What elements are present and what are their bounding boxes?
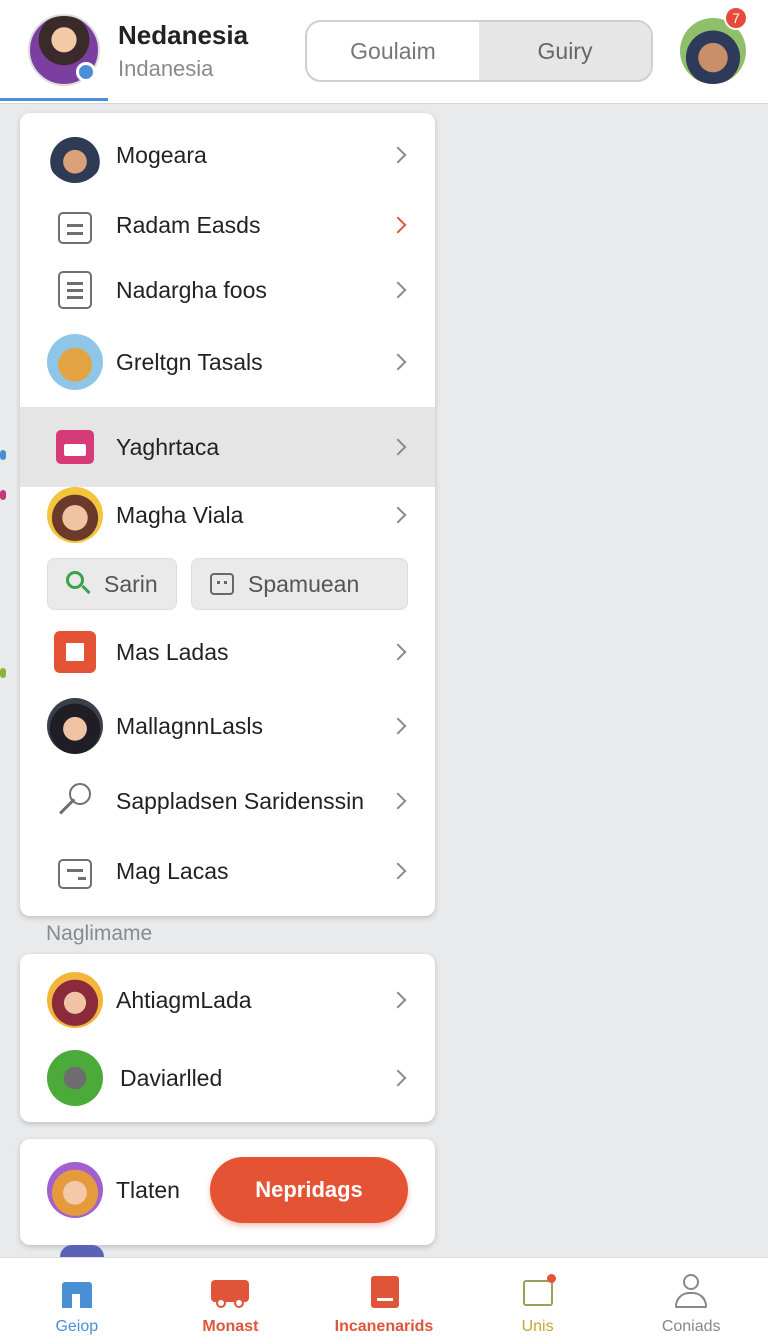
nav-label: Incanenarids <box>334 1318 434 1335</box>
chevron-right-icon <box>392 992 408 1008</box>
menu-item-yaghrtaca[interactable]: Yaghrtaca <box>20 407 435 487</box>
red-box-icon <box>46 623 104 681</box>
menu-item-radam-easds[interactable]: Radam Easds <box>20 189 435 261</box>
document-icon <box>46 261 104 319</box>
menu-item-label: Nadargha foos <box>116 276 267 303</box>
chevron-right-icon <box>392 282 408 298</box>
briefcase-icon <box>46 196 104 254</box>
menu-item-label: Radam Easds <box>116 211 261 238</box>
avatar-character-icon <box>46 126 104 184</box>
section-item-label: AhtiagmLada <box>116 986 252 1013</box>
calendar-icon <box>210 571 236 597</box>
store-icon <box>46 418 104 476</box>
avatar-fox-icon <box>46 1161 104 1219</box>
profile-subtitle: Indanesia <box>118 56 214 81</box>
avatar-girl-icon <box>46 486 104 544</box>
key-icon <box>46 772 104 830</box>
notification-badge: 7 <box>724 6 748 30</box>
segment-control: Goulaim Guiry <box>305 20 653 82</box>
search-icon <box>66 571 92 597</box>
avatar-robot-icon <box>46 1049 104 1107</box>
chevron-right-icon <box>392 718 408 734</box>
avatar-camel-icon <box>46 333 104 391</box>
menu-item-label: Greltgn Tasals <box>116 348 263 375</box>
section-item-daviarlled[interactable]: Daviarlled <box>20 1042 435 1114</box>
menu-item-label: MallagnnLasls <box>116 712 264 739</box>
menu-item-greltgn-tasals[interactable]: Greltgn Tasals <box>20 326 435 398</box>
promo-label: Tlaten <box>116 1177 180 1203</box>
menu-item-label: Mas Ladas <box>116 638 229 665</box>
menu-item-label: Mogeara <box>116 141 207 168</box>
app-header: Nedanesia Indanesia Goulaim Guiry 7 <box>0 0 768 104</box>
person-icon <box>672 1274 710 1308</box>
home-icon <box>58 1274 96 1308</box>
nav-label: Coniads <box>661 1318 721 1335</box>
menu-item-mas-ladas[interactable]: Mas Ladas <box>20 616 435 688</box>
mail-icon <box>519 1274 557 1308</box>
nav-incanenarids[interactable]: Incanenarids <box>307 1258 461 1344</box>
edge-indicator <box>0 450 6 460</box>
nav-unis[interactable]: Unis <box>461 1258 615 1344</box>
edge-indicator <box>0 490 6 500</box>
truck-icon <box>211 1274 250 1308</box>
chevron-right-icon <box>392 354 408 370</box>
chevron-right-icon <box>392 644 408 660</box>
nav-label: Geiop <box>55 1318 99 1335</box>
book-icon <box>365 1274 403 1308</box>
menu-item-nadargha-foos[interactable]: Nadargha foos <box>20 254 435 326</box>
chevron-right-icon <box>392 439 408 455</box>
avatar-dark-icon <box>46 697 104 755</box>
promo-cta-button[interactable]: Nepridags <box>210 1157 408 1223</box>
menu-item-label: Yaghrtaca <box>116 433 220 460</box>
chevron-right-icon <box>392 147 408 163</box>
verified-icon <box>76 62 96 82</box>
menu-item-label: Mag Lacas <box>116 857 229 884</box>
nav-monast[interactable]: Monast <box>154 1258 308 1344</box>
chevron-right-icon <box>392 1070 408 1086</box>
section-item-label: Daviarlled <box>120 1064 223 1091</box>
chip-label: Spamuean <box>248 570 360 597</box>
section-heading: Naglimame <box>46 922 153 945</box>
menu-item-label: Magha Viala <box>116 501 244 528</box>
profile-name: Nedanesia <box>118 20 249 50</box>
tab-indicator <box>0 98 108 101</box>
promo-card: Tlaten Nepridags <box>20 1139 435 1245</box>
nav-coniads[interactable]: Coniads <box>614 1258 768 1344</box>
nav-label: Monast <box>202 1318 259 1335</box>
schedule-chip[interactable]: Spamuean <box>191 558 408 610</box>
menu-card: Mogeara Radam Easds Nadargha foos Greltg… <box>20 113 435 916</box>
edge-indicator <box>0 668 6 678</box>
search-chip[interactable]: Sarin <box>47 558 177 610</box>
menu-item-mallagnnlasls[interactable]: MallagnnLasls <box>20 690 435 762</box>
chevron-right-icon <box>392 793 408 809</box>
menu-item-mag-lacas[interactable]: Mag Lacas <box>20 835 435 907</box>
cabinet-icon <box>46 842 104 900</box>
menu-item-sappladsen-saridenssin[interactable]: Sappladsen Saridenssin <box>20 765 435 837</box>
segment-guiry[interactable]: Guiry <box>479 22 651 80</box>
menu-item-mogeara[interactable]: Mogeara <box>20 119 435 191</box>
chevron-right-icon <box>392 863 408 879</box>
nav-label: Unis <box>521 1318 554 1335</box>
bottom-navigation: Geiop Monast Incanenarids Unis Coniads <box>0 1257 768 1344</box>
section-item-ahtiagmlada[interactable]: AhtiagmLada <box>20 964 435 1036</box>
peek-item <box>60 1245 104 1257</box>
section-card: AhtiagmLada Daviarlled <box>20 954 435 1122</box>
chevron-right-icon <box>392 217 408 233</box>
chevron-right-icon <box>392 507 408 523</box>
avatar-gear-icon <box>46 971 104 1029</box>
menu-item-label: Sappladsen Saridenssin <box>116 787 365 814</box>
chip-label: Sarin <box>104 570 158 597</box>
segment-goulaim[interactable]: Goulaim <box>307 22 479 80</box>
nav-geiop[interactable]: Geiop <box>0 1258 154 1344</box>
menu-item-magha-viala[interactable]: Magha Viala <box>20 479 435 551</box>
